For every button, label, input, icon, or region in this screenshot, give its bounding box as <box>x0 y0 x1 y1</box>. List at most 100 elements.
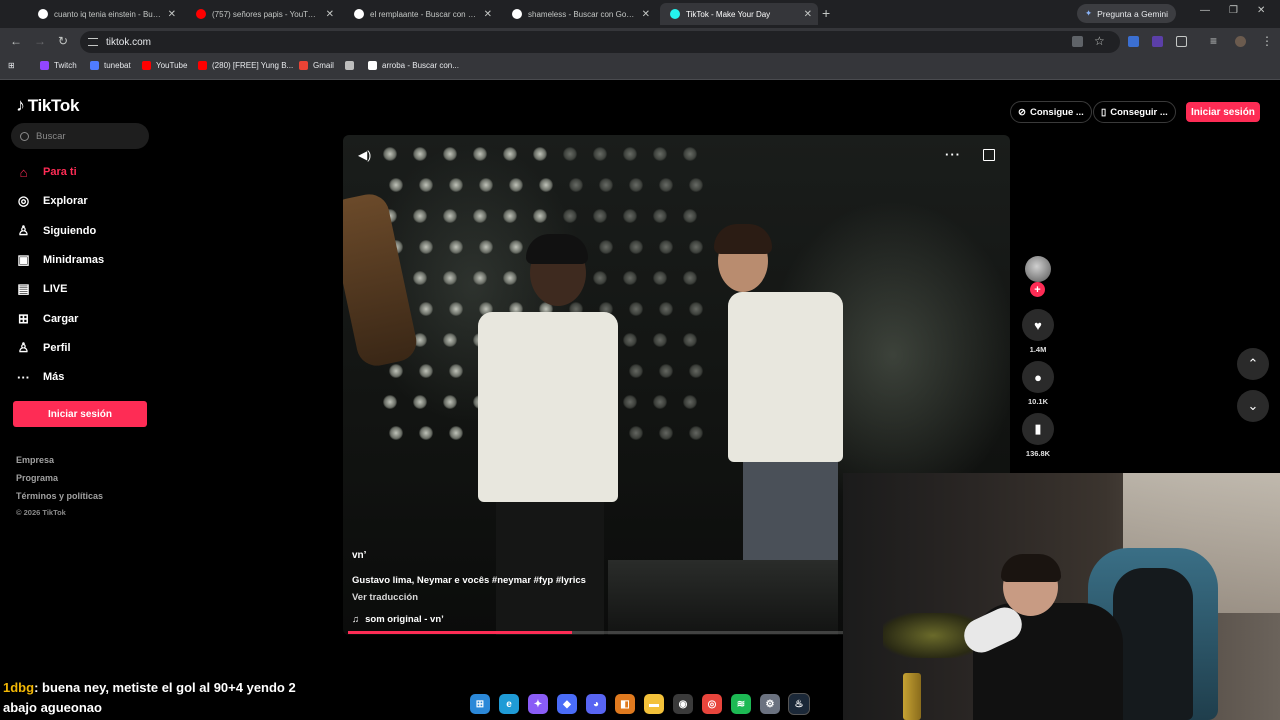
author-avatar[interactable] <box>1025 256 1051 282</box>
stage-light <box>683 147 697 161</box>
video-sound[interactable]: ♫ som original - vn’ <box>352 614 444 625</box>
stage-light <box>623 147 637 161</box>
streamer <box>958 554 1133 720</box>
tab-close-icon[interactable]: ✕ <box>484 9 492 20</box>
sidebar-item-más[interactable]: ··· Más <box>16 366 64 388</box>
get-coins-label: Consigue ... <box>1029 106 1084 118</box>
tab-close-icon[interactable]: ✕ <box>642 9 650 20</box>
previous-video-button[interactable]: ⌃ <box>1237 348 1269 380</box>
stage-light <box>653 271 667 285</box>
stage-light <box>653 209 667 223</box>
translate-icon[interactable] <box>1072 36 1083 47</box>
tiktok-wordmark: TikTok <box>27 95 80 115</box>
stage-light <box>443 209 457 223</box>
footer-link[interactable]: Programa <box>16 473 58 483</box>
tab-close-icon[interactable]: ✕ <box>168 9 176 20</box>
browser-tab[interactable]: (757) señores papis - YouTube ✕ <box>186 3 340 25</box>
like-count: 1.4M <box>1029 345 1047 354</box>
restore-icon[interactable]: ❐ <box>1229 5 1238 16</box>
like-button[interactable]: ♥ <box>1022 309 1054 341</box>
forward-icon[interactable]: → <box>34 34 46 48</box>
browser-tab[interactable]: el remplaante - Buscar con Goo ✕ <box>344 3 498 25</box>
bookmark-item[interactable]: Twitch <box>40 61 77 70</box>
bookmark-item[interactable]: Gmail <box>299 61 334 70</box>
get-coins-button[interactable]: ⊘ Consigue ... <box>1010 101 1092 123</box>
discord-icon[interactable]: ◕ <box>586 694 606 714</box>
reading-list-icon[interactable]: ≡ <box>1210 34 1217 48</box>
sidebar-item-minidramas[interactable]: ▣ Minidramas <box>16 249 104 271</box>
new-tab-button[interactable]: + <box>822 5 830 21</box>
folder-icon[interactable]: ▬ <box>644 694 664 714</box>
sidebar-item-siguiendo[interactable]: ♙ Siguiendo <box>16 220 97 242</box>
steam-icon[interactable]: ♨ <box>788 693 810 715</box>
comment-button[interactable]: ● <box>1022 361 1054 393</box>
bookmark-item[interactable]: tunebat <box>90 61 131 70</box>
profile-avatar-icon[interactable] <box>1235 36 1246 47</box>
spotify-icon[interactable]: ≋ <box>731 694 751 714</box>
reload-icon[interactable]: ↻ <box>58 34 68 48</box>
sidebar-item-cargar[interactable]: ⊞ Cargar <box>16 308 78 330</box>
chevron-up-icon: ⌃ <box>1247 356 1259 371</box>
bookmarks-bar: ⊞ Twitch tunebat YouTube (280) [FREE] Yung … <box>0 56 1280 80</box>
extensions-puzzle-icon[interactable] <box>1176 36 1187 47</box>
sidebar-item-perfil[interactable]: ♙ Perfil <box>16 337 71 359</box>
top-login-button[interactable]: Iniciar sesión <box>1186 102 1260 122</box>
sidebar-item-para-ti[interactable]: ⌂ Para ti <box>16 161 77 183</box>
sidebar-item-explorar[interactable]: ◎ Explorar <box>16 190 88 212</box>
close-icon[interactable]: ✕ <box>1257 5 1265 16</box>
edge-icon[interactable]: e <box>499 694 519 714</box>
home-icon: ⌂ <box>19 164 28 180</box>
search-box[interactable] <box>11 123 149 149</box>
more-options-icon[interactable]: ··· <box>945 147 961 162</box>
minidramas-icon: ▣ <box>17 251 30 267</box>
tiktok-logo[interactable]: ♪ TikTok <box>16 95 79 116</box>
bookmark-star-icon[interactable]: ☆ <box>1094 34 1105 48</box>
apps-grid-icon[interactable]: ⊞ <box>8 61 15 70</box>
translate-link[interactable]: Ver traducción <box>352 592 418 603</box>
browser-tab[interactable]: cuanto iq tenia einstein - Busca ✕ <box>28 3 182 25</box>
search-icon <box>20 131 29 141</box>
volume-icon[interactable]: ◀) <box>358 148 371 162</box>
fullscreen-icon[interactable] <box>983 149 995 161</box>
copilot-icon[interactable]: ✦ <box>528 694 548 714</box>
tab-close-icon[interactable]: ✕ <box>326 9 334 20</box>
stage-light <box>593 147 607 161</box>
follow-button[interactable]: + <box>1030 282 1045 297</box>
bookmark-item[interactable]: (280) [FREE] Yung B... <box>198 61 293 70</box>
stage-light <box>413 395 427 409</box>
sidebar-item-live[interactable]: ▤ LIVE <box>16 278 67 300</box>
bookmark-item[interactable] <box>345 61 359 70</box>
chrome-icon[interactable]: ◎ <box>702 694 722 714</box>
browser-tab[interactable]: shameless - Buscar con Google ✕ <box>502 3 656 25</box>
address-bar[interactable]: tiktok.com <box>80 31 1120 53</box>
stage-light <box>689 178 703 192</box>
obs-icon[interactable]: ◉ <box>673 694 693 714</box>
gemini-button[interactable]: ✦ Pregunta a Gemini <box>1077 4 1176 23</box>
app-icon[interactable]: ◆ <box>557 694 577 714</box>
video-author[interactable]: vn’ <box>352 550 366 561</box>
extension-icon[interactable] <box>1128 36 1139 47</box>
windows-start-icon[interactable]: ⊞ <box>470 694 490 714</box>
get-app-button[interactable]: ▯ Conseguir ... <box>1093 101 1176 123</box>
bookmark-item[interactable]: YouTube <box>142 61 187 70</box>
stage-light <box>539 178 553 192</box>
back-icon[interactable]: ← <box>10 34 22 48</box>
extension-icon[interactable] <box>1152 36 1163 47</box>
stage-light <box>413 147 427 161</box>
minimize-icon[interactable]: — <box>1200 5 1210 16</box>
save-button[interactable]: ▮ <box>1022 413 1054 445</box>
menu-kebab-icon[interactable]: ⋮ <box>1261 34 1273 48</box>
search-input[interactable] <box>36 130 136 142</box>
site-info-icon[interactable] <box>88 38 98 46</box>
footer-link[interactable]: Empresa <box>16 455 54 465</box>
footer-link[interactable]: Términos y políticas <box>16 491 103 501</box>
settings-icon[interactable]: ⚙ <box>760 694 780 714</box>
app2-icon[interactable]: ◧ <box>615 694 635 714</box>
tab-title: TikTok - Make Your Day <box>686 9 771 19</box>
login-button[interactable]: Iniciar sesión <box>13 401 147 427</box>
bookmark-item[interactable]: arroba - Buscar con... <box>368 61 459 70</box>
browser-tab[interactable]: TikTok - Make Your Day ✕ <box>660 3 818 25</box>
guitar <box>343 190 421 370</box>
next-video-button[interactable]: ⌄ <box>1237 390 1269 422</box>
tab-close-icon[interactable]: ✕ <box>804 9 812 20</box>
